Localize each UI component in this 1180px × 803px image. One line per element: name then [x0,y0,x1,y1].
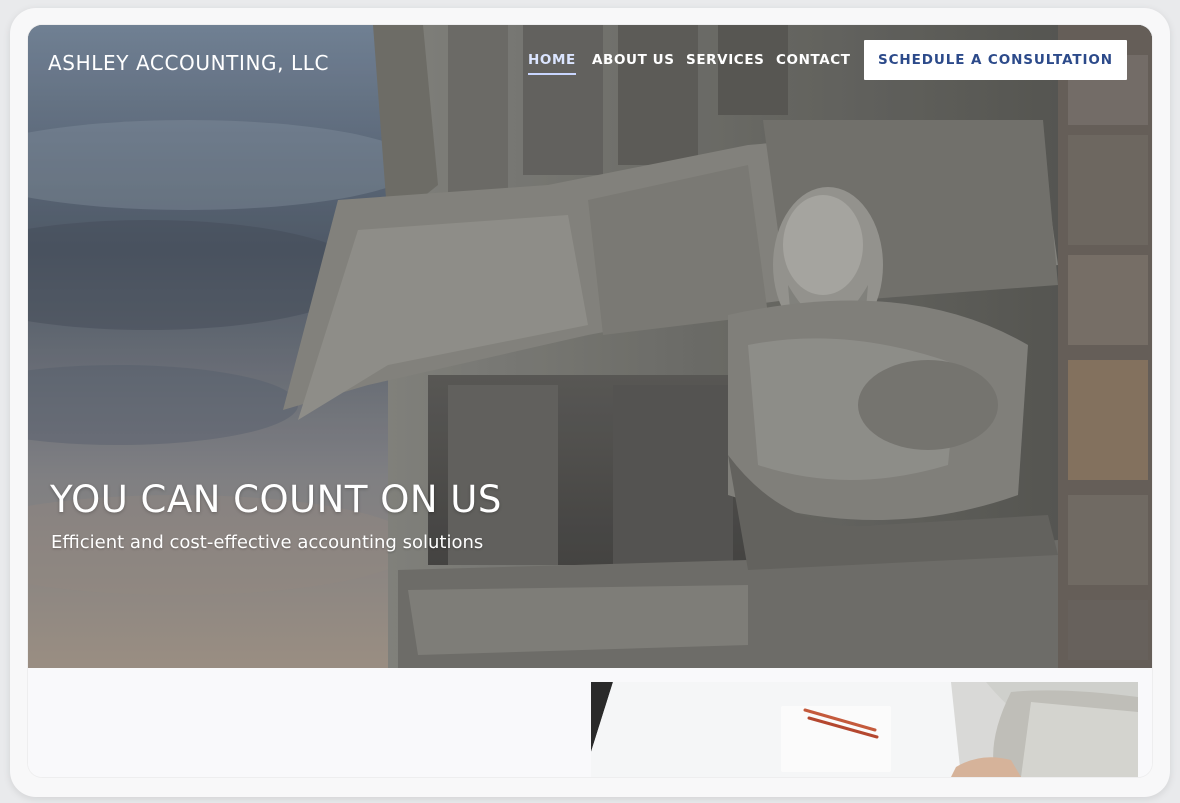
hero-subheadline: Efficient and cost-effective accounting … [51,532,484,553]
desk-photo [591,682,1138,777]
nav-services[interactable]: SERVICES [686,52,764,68]
nav-home[interactable]: HOME [528,52,576,75]
site-logo-text[interactable]: ASHLEY ACCOUNTING, LLC [48,51,329,75]
hero-headline: YOU CAN COUNT ON US [50,478,502,521]
schedule-consultation-button[interactable]: SCHEDULE A CONSULTATION [864,40,1127,80]
nav-contact[interactable]: CONTACT [776,52,851,68]
nav-about-us[interactable]: ABOUT US [592,52,675,68]
website-window: ASHLEY ACCOUNTING, LLC HOME ABOUT US SER… [28,25,1152,777]
hero-section: ASHLEY ACCOUNTING, LLC HOME ABOUT US SER… [28,25,1152,668]
site-header: ASHLEY ACCOUNTING, LLC HOME ABOUT US SER… [28,25,1152,105]
hero-background-image [28,25,1152,668]
desk-photo-image [591,682,1138,777]
